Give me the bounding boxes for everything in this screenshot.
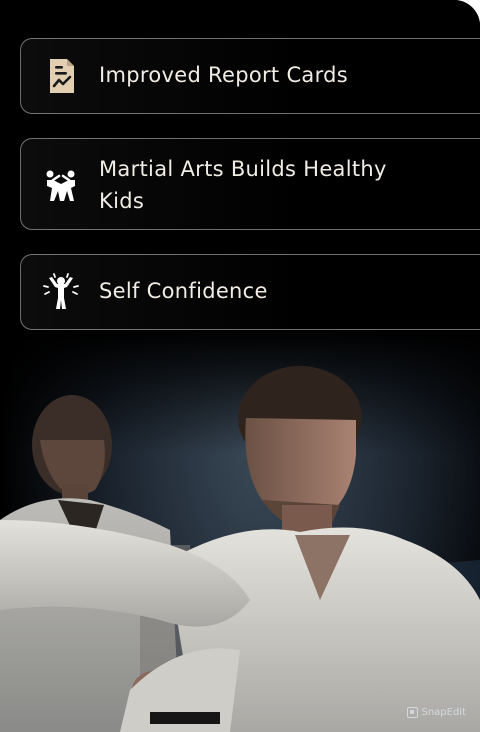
benefit-label: Martial Arts Builds Healthy Kids (99, 157, 387, 213)
report-card-icon (50, 59, 74, 93)
watermark-label: SnapEdit (421, 707, 466, 718)
confident-person-icon (43, 273, 79, 309)
benefits-card: Improved Report Cards Martial Arts Build… (0, 0, 480, 732)
benefit-item: Improved Report Cards (20, 38, 480, 114)
watermark: SnapEdit (407, 707, 466, 718)
benefit-item: Martial Arts Builds Healthy Kids (20, 138, 480, 230)
benefit-item: Self Confidence (20, 254, 480, 330)
sparring-icon (46, 170, 75, 201)
benefit-label: Self Confidence (99, 279, 268, 303)
benefit-label: Improved Report Cards (99, 63, 349, 87)
snapedit-logo-icon (407, 707, 419, 718)
